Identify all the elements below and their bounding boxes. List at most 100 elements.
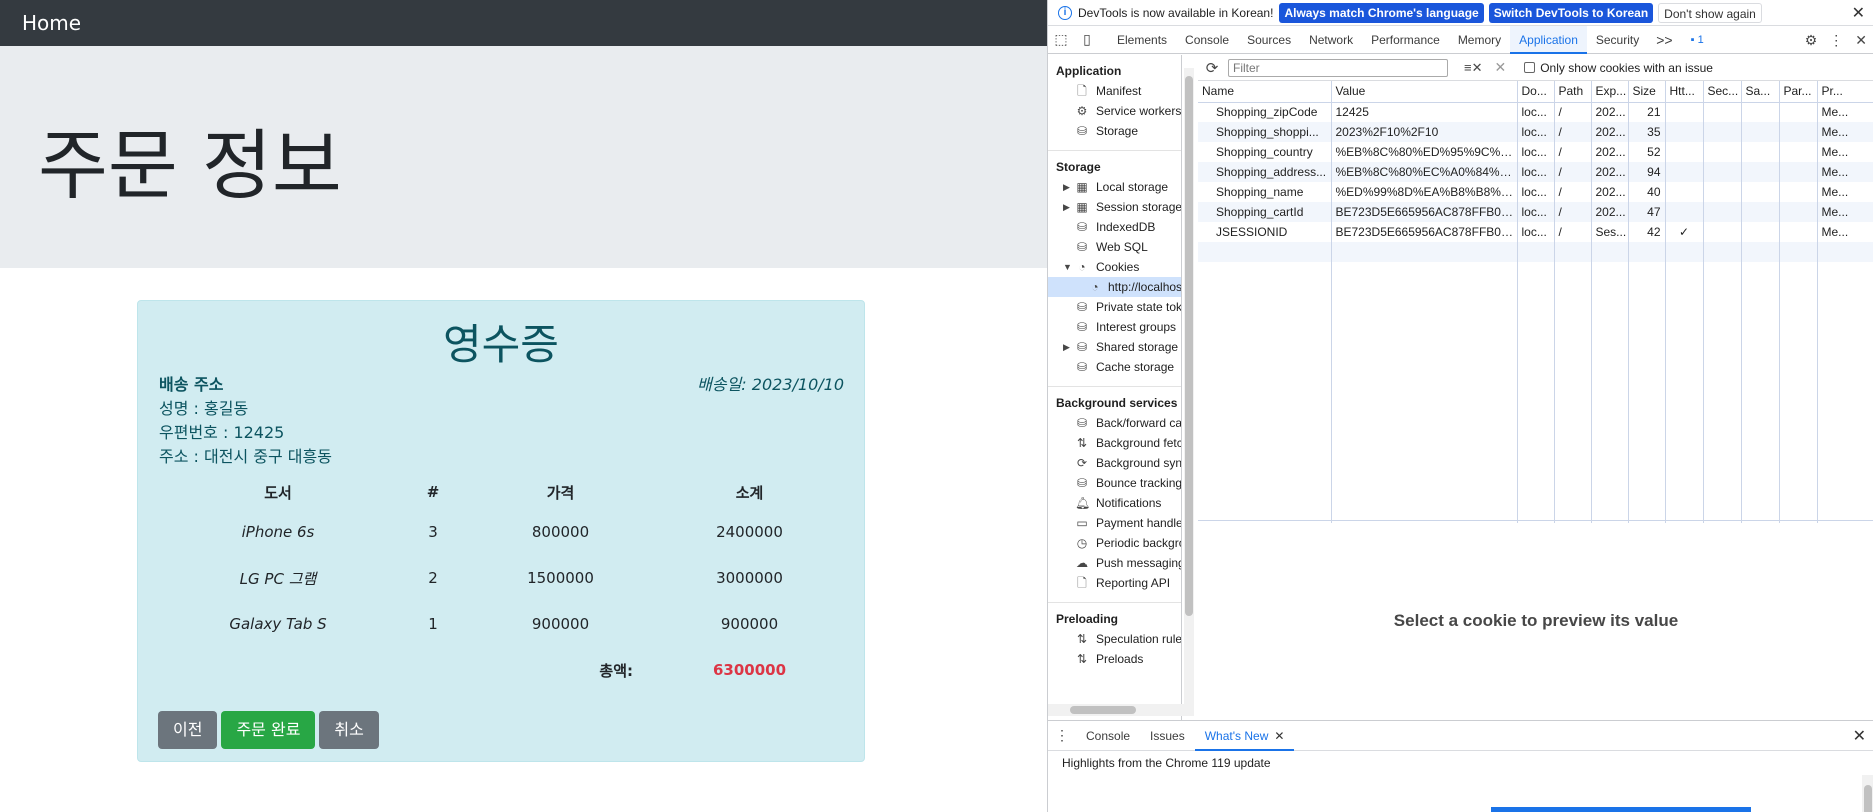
cookie-domain: loc... bbox=[1517, 202, 1555, 222]
sidebar-scrollbar[interactable] bbox=[1184, 68, 1194, 716]
device-toolbar-icon[interactable]: ▯ bbox=[1074, 31, 1100, 48]
tab-memory[interactable]: Memory bbox=[1449, 26, 1510, 54]
delete-selected-icon[interactable]: ✕ bbox=[1494, 59, 1506, 76]
more-tabs-icon[interactable]: >> bbox=[1648, 32, 1680, 48]
sidebar-item-label: Speculation rules bbox=[1096, 632, 1182, 646]
close-icon[interactable]: ✕ bbox=[1852, 3, 1865, 23]
col-value[interactable]: Value bbox=[1331, 81, 1518, 103]
table-row[interactable]: Shopping_cartId BE723D5E665956AC878FFB0C… bbox=[1198, 202, 1873, 222]
sidebar-item-manifest[interactable]: 🗋 Manifest bbox=[1048, 81, 1181, 101]
tab-security[interactable]: Security bbox=[1587, 26, 1648, 54]
sidebar-item-private-state-tokens[interactable]: ⛁ Private state tokens bbox=[1048, 297, 1181, 317]
tab-application[interactable]: Application bbox=[1510, 25, 1587, 54]
close-devtools-icon[interactable]: ✕ bbox=[1855, 32, 1867, 49]
col-path[interactable]: Path bbox=[1554, 81, 1592, 103]
table-row[interactable]: Shopping_country %EB%8C%80%ED%95%9C%EB..… bbox=[1198, 142, 1873, 162]
complete-order-button[interactable]: 주문 완료 bbox=[221, 711, 316, 749]
database-icon: ⛁ bbox=[1076, 320, 1088, 334]
sidebar-item-local-storage[interactable]: ▶ ▦ Local storage bbox=[1048, 177, 1181, 197]
sidebar-item-payment-handler[interactable]: ▭ Payment handler bbox=[1048, 513, 1181, 533]
expand-arrow-icon[interactable]: ▶ bbox=[1063, 197, 1070, 217]
empty-cell bbox=[1198, 262, 1332, 523]
col-partition[interactable]: Par... bbox=[1779, 81, 1818, 103]
sidebar-item-cookie-origin[interactable]: ◔ http://localhost bbox=[1048, 277, 1181, 297]
sidebar-item-web-sql[interactable]: ⛁ Web SQL bbox=[1048, 237, 1181, 257]
col-samesite[interactable]: Sa... bbox=[1741, 81, 1780, 103]
sidebar-item-label: Reporting API bbox=[1096, 576, 1171, 590]
match-language-button[interactable]: Always match Chrome's language bbox=[1279, 2, 1484, 23]
sidebar-item-background-sync[interactable]: ⟳ Background sync bbox=[1048, 453, 1181, 473]
scrollbar-thumb[interactable] bbox=[1864, 785, 1872, 812]
navbar-home-link[interactable]: Home bbox=[22, 11, 81, 35]
sidebar-horizontal-scrollbar[interactable] bbox=[1048, 704, 1194, 716]
table-row[interactable]: Shopping_name %ED%99%8D%EA%B8%B8%EB... l… bbox=[1198, 182, 1873, 202]
sidebar-item-bfcache[interactable]: ⛁ Back/forward cache bbox=[1048, 413, 1181, 433]
tab-performance[interactable]: Performance bbox=[1362, 26, 1449, 54]
issues-badge[interactable]: ▪ 1 bbox=[1691, 34, 1704, 46]
tab-sources[interactable]: Sources bbox=[1238, 26, 1300, 54]
sidebar-header-preloading: Preloading bbox=[1056, 612, 1119, 626]
scrollbar-thumb[interactable] bbox=[1185, 76, 1193, 616]
refresh-icon[interactable]: ⟳ bbox=[1200, 59, 1224, 77]
col-httponly[interactable]: Htt... bbox=[1665, 81, 1704, 103]
expand-arrow-icon[interactable]: ▶ bbox=[1063, 337, 1070, 357]
cookie-value: BE723D5E665956AC878FFB0C... bbox=[1331, 202, 1518, 222]
drawer-scrollbar[interactable] bbox=[1862, 775, 1873, 812]
col-size[interactable]: Size bbox=[1628, 81, 1666, 103]
sidebar-item-preloads[interactable]: ⇅ Preloads bbox=[1048, 649, 1181, 669]
sidebar-item-storage[interactable]: ⛁ Storage bbox=[1048, 121, 1181, 141]
sidebar-item-label: Push messaging bbox=[1096, 556, 1182, 570]
cookie-secure bbox=[1703, 142, 1742, 162]
table-row[interactable]: Shopping_zipCode 12425 loc... / 202... 2… bbox=[1198, 102, 1873, 122]
table-row[interactable]: Shopping_address... %EB%8C%80%EC%A0%84%E… bbox=[1198, 162, 1873, 182]
sidebar-item-cache-storage[interactable]: ⛁ Cache storage bbox=[1048, 357, 1181, 377]
table-row[interactable]: JSESSIONID BE723D5E665956AC878FFB0C... l… bbox=[1198, 222, 1873, 242]
only-issues-checkbox[interactable] bbox=[1524, 62, 1536, 73]
sidebar-item-cookies[interactable]: ▼ ◔ Cookies bbox=[1048, 257, 1181, 277]
clear-filtered-icon[interactable]: ≡✕ bbox=[1464, 60, 1482, 76]
sidebar-item-background-fetch[interactable]: ⇅ Background fetch bbox=[1048, 433, 1181, 453]
col-name[interactable]: Name bbox=[1198, 81, 1332, 103]
cookie-domain: loc... bbox=[1517, 122, 1555, 142]
tab-elements[interactable]: Elements bbox=[1108, 26, 1176, 54]
dont-show-again-button[interactable]: Don't show again bbox=[1658, 2, 1762, 23]
cancel-button[interactable]: 취소 bbox=[319, 711, 379, 749]
sidebar-item-speculation-rules[interactable]: ⇅ Speculation rules bbox=[1048, 629, 1181, 649]
col-expires[interactable]: Exp... bbox=[1591, 81, 1629, 103]
switch-korean-button[interactable]: Switch DevTools to Korean bbox=[1488, 2, 1654, 23]
tab-console[interactable]: Console bbox=[1176, 26, 1238, 54]
sidebar-item-notifications[interactable]: 🔔︎ Notifications bbox=[1048, 493, 1181, 513]
prev-button[interactable]: 이전 bbox=[158, 711, 218, 749]
sidebar-item-session-storage[interactable]: ▶ ▦ Session storage bbox=[1048, 197, 1181, 217]
close-drawer-icon[interactable]: ✕ bbox=[1853, 726, 1866, 746]
col-priority[interactable]: Pr... bbox=[1817, 81, 1873, 103]
sidebar-item-reporting-api[interactable]: 🗋 Reporting API bbox=[1048, 573, 1181, 593]
sidebar-item-bounce-tracking[interactable]: ⛁ Bounce tracking bbox=[1048, 473, 1181, 493]
drawer-menu-icon[interactable]: ⋮ bbox=[1048, 727, 1076, 744]
gear-icon[interactable]: ⚙ bbox=[1805, 32, 1818, 49]
close-tab-icon[interactable]: ✕ bbox=[1274, 729, 1284, 743]
collapse-arrow-icon[interactable]: ▼ bbox=[1063, 257, 1072, 277]
tab-network[interactable]: Network bbox=[1300, 26, 1362, 54]
filter-input[interactable]: Filter bbox=[1228, 58, 1448, 77]
sidebar-item-push-messaging[interactable]: ☁ Push messaging bbox=[1048, 553, 1181, 573]
drawer-tab-issues[interactable]: Issues bbox=[1140, 721, 1195, 751]
col-secure[interactable]: Sec... bbox=[1703, 81, 1742, 103]
total-label: 총액: bbox=[599, 661, 633, 680]
document-icon: 🗋 bbox=[1077, 84, 1087, 98]
scrollbar-thumb[interactable] bbox=[1070, 706, 1136, 714]
sidebar-item-indexeddb[interactable]: ⛁ IndexedDB bbox=[1048, 217, 1181, 237]
drawer-tab-console[interactable]: Console bbox=[1076, 721, 1140, 751]
address: 주소 : 대전시 중구 대흥동 bbox=[159, 447, 332, 466]
expand-arrow-icon[interactable]: ▶ bbox=[1063, 177, 1070, 197]
kebab-menu-icon[interactable]: ⋮ bbox=[1829, 32, 1843, 49]
total-value: 6300000 bbox=[712, 661, 787, 679]
sidebar-item-periodic-sync[interactable]: ◷ Periodic background sync bbox=[1048, 533, 1181, 553]
sidebar-item-interest-groups[interactable]: ⛁ Interest groups bbox=[1048, 317, 1181, 337]
inspect-element-icon[interactable]: ⬚ bbox=[1048, 31, 1074, 48]
table-row[interactable]: Shopping_shoppi... 2023%2F10%2F10 loc...… bbox=[1198, 122, 1873, 142]
drawer-tab-whats-new[interactable]: What's New ✕ bbox=[1194, 721, 1295, 751]
sidebar-item-shared-storage[interactable]: ▶ ⛁ Shared storage bbox=[1048, 337, 1181, 357]
col-domain[interactable]: Do... bbox=[1517, 81, 1555, 103]
sidebar-item-service-workers[interactable]: ⚙ Service workers bbox=[1048, 101, 1181, 121]
